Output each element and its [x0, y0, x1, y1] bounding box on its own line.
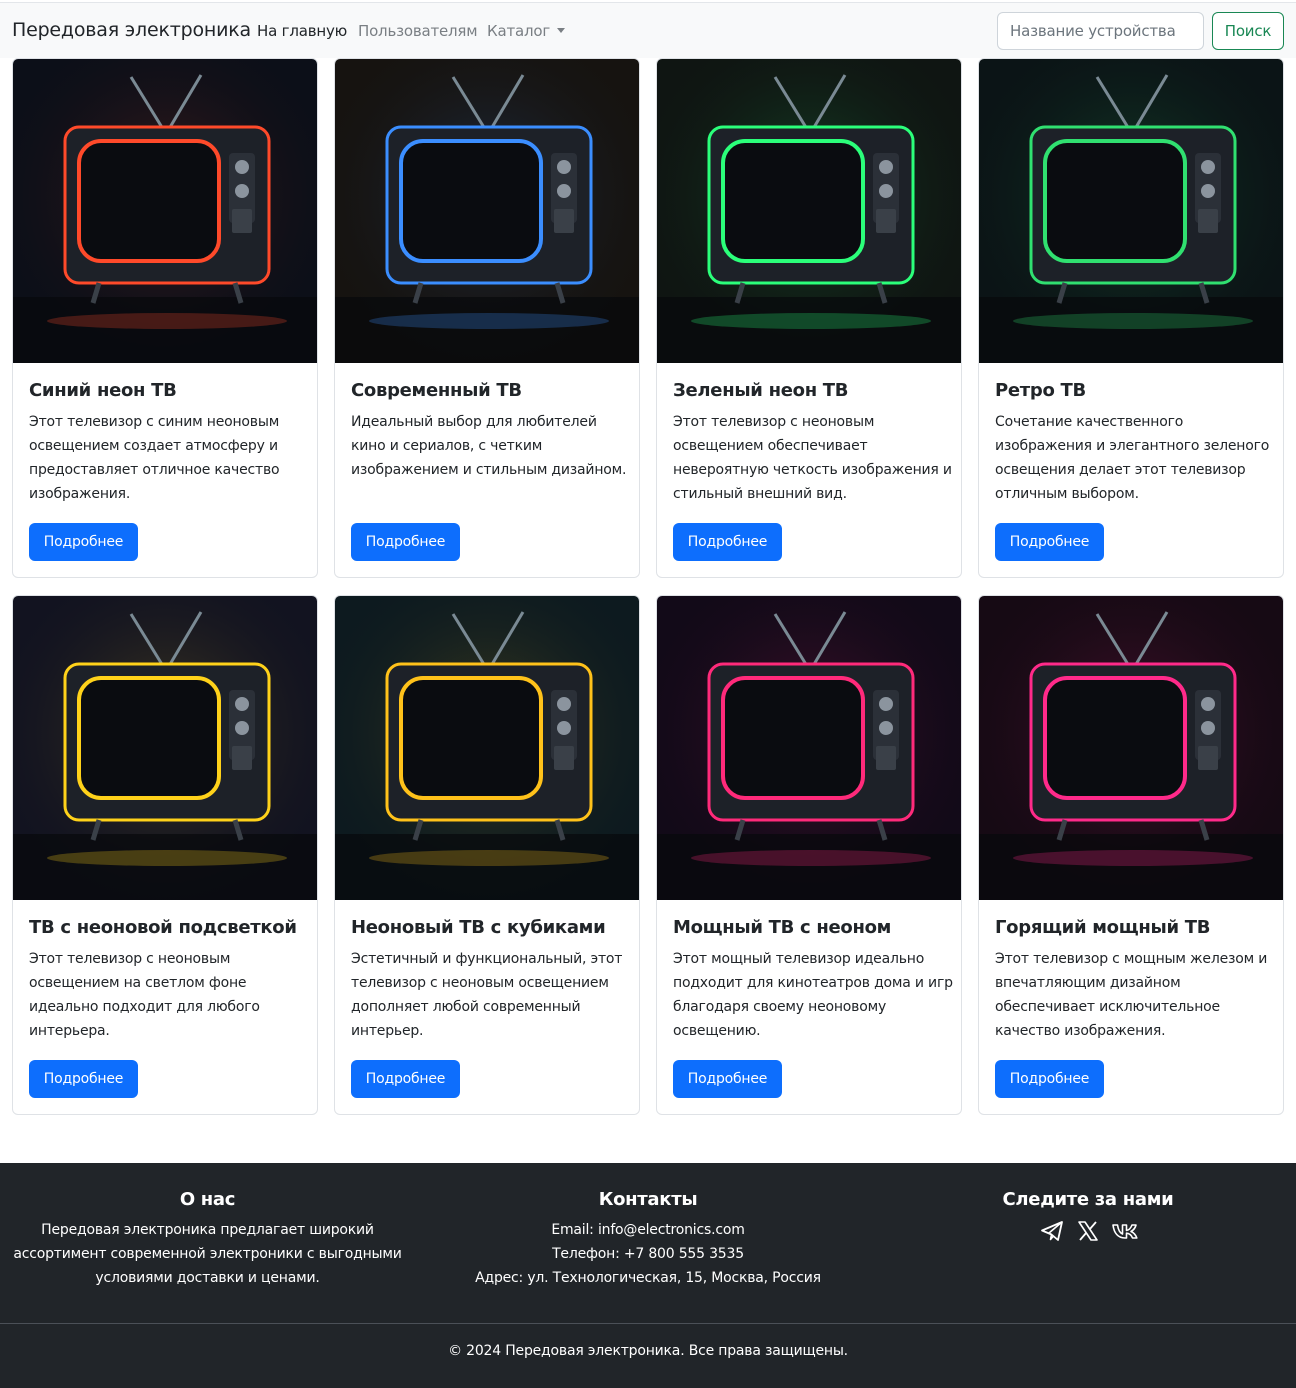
copyright-text: © 2024 Передовая электроника. Все права …	[448, 1343, 848, 1359]
nav-link-home[interactable]: На главную	[257, 22, 347, 40]
product-description: Этот телевизор с мощным железом и впечат…	[995, 951, 1268, 1039]
navbar: Передовая электроника На главную Пользов…	[0, 2, 1296, 58]
details-button[interactable]: Подробнее	[29, 523, 138, 561]
product-title: ТВ с неоновой подсветкой	[29, 917, 297, 938]
search-button[interactable]: Поиск	[1212, 12, 1284, 50]
search-input[interactable]	[997, 12, 1204, 50]
about-text: Передовая электроника предлагает широкий…	[13, 1222, 402, 1286]
product-card: ТВ с неоновой подсветкой Этот телевизор …	[12, 595, 318, 1115]
nav-link-users[interactable]: Пользователям	[358, 22, 478, 40]
product-image	[13, 596, 317, 900]
product-card: Горящий мощный ТВ Этот телевизор с мощны…	[978, 595, 1284, 1115]
product-card: Современный ТВ Идеальный выбор для любит…	[334, 58, 640, 578]
nav-catalog-label: Каталог	[487, 22, 551, 40]
product-description: Сочетание качественного изображения и эл…	[995, 414, 1270, 502]
footer: О нас Передовая электроника предлагает ш…	[0, 1163, 1296, 1388]
contact-address: Адрес: ул. Технологическая, 15, Москва, …	[475, 1270, 821, 1286]
product-title: Ретро ТВ	[995, 380, 1086, 401]
details-button[interactable]: Подробнее	[995, 523, 1104, 561]
contact-phone: Телефон: +7 800 555 3535	[552, 1246, 744, 1262]
vk-icon[interactable]	[1111, 1218, 1138, 1244]
product-title: Неоновый ТВ с кубиками	[351, 917, 606, 938]
product-image	[657, 596, 961, 900]
footer-contacts: Контакты Email: info@electronics.com Тел…	[432, 1189, 864, 1290]
product-description: Этот телевизор с неоновым освещением обе…	[673, 414, 952, 502]
product-title: Современный ТВ	[351, 380, 522, 401]
about-heading: О нас	[179, 1189, 236, 1210]
product-title: Зеленый неон ТВ	[673, 380, 849, 401]
product-image	[979, 596, 1283, 900]
product-title: Синий неон ТВ	[29, 380, 177, 401]
details-button[interactable]: Подробнее	[351, 1060, 460, 1098]
product-card: Синий неон ТВ Этот телевизор с синим нео…	[12, 58, 318, 578]
product-card: Ретро ТВ Сочетание качественного изображ…	[978, 58, 1284, 578]
product-image	[979, 59, 1283, 363]
details-button[interactable]: Подробнее	[29, 1060, 138, 1098]
product-description: Идеальный выбор для любителей кино и сер…	[351, 414, 627, 478]
product-card: Неоновый ТВ с кубиками Эстетичный и функ…	[334, 595, 640, 1115]
product-title: Мощный ТВ с неоном	[673, 917, 892, 938]
details-button[interactable]: Подробнее	[673, 1060, 782, 1098]
details-button[interactable]: Подробнее	[351, 523, 460, 561]
product-description: Этот мощный телевизор идеально подходит …	[673, 951, 953, 1039]
product-image	[335, 596, 639, 900]
caret-down-icon	[557, 28, 566, 33]
footer-social: Следите за нами	[880, 1189, 1296, 1244]
product-description: Этот телевизор с синим неоновым освещени…	[29, 414, 280, 502]
product-description: Этот телевизор с неоновым освещением на …	[29, 951, 260, 1039]
product-card: Зеленый неон ТВ Этот телевизор с неоновы…	[656, 58, 962, 578]
product-description: Эстетичный и функциональный, этот телеви…	[351, 951, 623, 1039]
nav-dropdown-catalog[interactable]: Каталог	[487, 22, 566, 40]
product-image	[13, 59, 317, 363]
contacts-heading: Контакты	[598, 1189, 698, 1210]
follow-heading: Следите за нами	[1002, 1189, 1174, 1210]
product-image	[657, 59, 961, 363]
x-icon[interactable]	[1075, 1218, 1101, 1244]
product-image	[335, 59, 639, 363]
brand-link[interactable]: Передовая электроника	[12, 19, 251, 41]
footer-about: О нас Передовая электроника предлагает ш…	[0, 1189, 415, 1290]
product-title: Горящий мощный ТВ	[995, 917, 1211, 938]
product-card: Мощный ТВ с неоном Этот мощный телевизор…	[656, 595, 962, 1115]
details-button[interactable]: Подробнее	[995, 1060, 1104, 1098]
details-button[interactable]: Подробнее	[673, 523, 782, 561]
footer-divider	[0, 1323, 1296, 1324]
telegram-icon[interactable]	[1039, 1218, 1065, 1244]
contact-email: Email: info@electronics.com	[551, 1222, 745, 1238]
